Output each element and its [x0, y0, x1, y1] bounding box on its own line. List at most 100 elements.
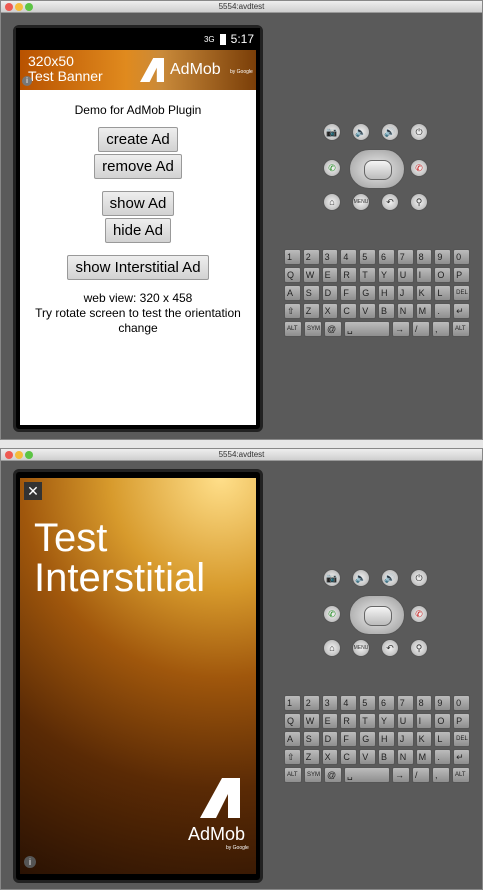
key[interactable]: A	[284, 731, 301, 747]
camera-icon[interactable]: 📷	[323, 123, 341, 141]
key[interactable]: 9	[434, 695, 452, 711]
show-ad-button[interactable]: show Ad	[101, 191, 175, 216]
key[interactable]: K	[415, 731, 433, 747]
key[interactable]: 2	[302, 695, 320, 711]
close-window-button[interactable]	[5, 3, 13, 11]
key[interactable]: W	[302, 713, 320, 729]
space-key[interactable]: ␣	[344, 767, 390, 783]
key[interactable]: F	[340, 285, 358, 301]
key[interactable]: H	[377, 285, 395, 301]
window-titlebar[interactable]: 5554:avdtest	[1, 449, 482, 461]
key[interactable]: B	[377, 303, 395, 319]
volume-up-icon[interactable]: 🔊	[381, 123, 399, 141]
key[interactable]: C	[340, 303, 358, 319]
key[interactable]: 4	[340, 249, 358, 265]
volume-down-icon[interactable]: 🔈	[352, 123, 370, 141]
delete-key[interactable]: DEL	[453, 285, 470, 301]
key[interactable]: D	[321, 285, 339, 301]
show-interstitial-button[interactable]: show Interstitial Ad	[67, 255, 209, 280]
key[interactable]: X	[321, 303, 339, 319]
create-ad-button[interactable]: create Ad	[98, 127, 178, 152]
back-icon[interactable]: ↶	[381, 639, 399, 657]
dpad[interactable]	[349, 595, 405, 635]
key[interactable]: V	[359, 303, 376, 319]
key[interactable]: J	[396, 285, 414, 301]
key[interactable]: L	[434, 731, 452, 747]
interstitial-ad[interactable]: ✕ Test Interstitial AdMob by Google i	[20, 478, 256, 874]
volume-up-icon[interactable]: 🔊	[381, 569, 399, 587]
key[interactable]: /	[412, 767, 430, 783]
enter-key[interactable]: ↵	[453, 303, 470, 319]
key[interactable]: K	[415, 285, 433, 301]
key[interactable]: W	[302, 267, 320, 283]
key[interactable]: 4	[340, 695, 358, 711]
key[interactable]: 3	[321, 249, 339, 265]
key[interactable]: O	[434, 267, 452, 283]
key[interactable]: 8	[415, 249, 433, 265]
key[interactable]: Y	[377, 267, 395, 283]
menu-button[interactable]: MENU	[352, 639, 370, 657]
camera-icon[interactable]: 📷	[323, 569, 341, 587]
test-banner-ad[interactable]: 320x50 Test Banner AdMob by Google i	[20, 50, 256, 90]
key[interactable]: V	[359, 749, 376, 765]
key[interactable]: .	[434, 303, 452, 319]
power-icon[interactable]: ⏻	[410, 123, 428, 141]
alt-key[interactable]: ALT	[284, 321, 302, 337]
key[interactable]: R	[340, 713, 358, 729]
home-icon[interactable]: ⌂	[323, 639, 341, 657]
close-window-button[interactable]	[5, 451, 13, 459]
shift-key[interactable]: ⇧	[284, 303, 301, 319]
close-icon[interactable]: ✕	[24, 482, 42, 500]
key[interactable]: H	[377, 731, 395, 747]
sym-key[interactable]: SYM	[304, 767, 322, 783]
key[interactable]: /	[412, 321, 430, 337]
key[interactable]: 7	[396, 695, 414, 711]
key[interactable]: C	[340, 749, 358, 765]
key[interactable]: 1	[284, 695, 301, 711]
key[interactable]: E	[321, 713, 339, 729]
call-icon[interactable]: ✆	[323, 159, 341, 177]
key[interactable]: J	[396, 731, 414, 747]
end-call-icon[interactable]: ✆	[410, 159, 428, 177]
key[interactable]: 5	[359, 249, 376, 265]
alt-key[interactable]: ALT	[284, 767, 302, 783]
key[interactable]: L	[434, 285, 452, 301]
key[interactable]: 0	[453, 695, 470, 711]
delete-key[interactable]: DEL	[453, 731, 470, 747]
ad-info-icon[interactable]: i	[22, 76, 32, 86]
key[interactable]: Q	[284, 713, 301, 729]
hide-ad-button[interactable]: hide Ad	[104, 218, 172, 243]
key[interactable]: M	[415, 749, 433, 765]
key[interactable]: D	[321, 731, 339, 747]
key[interactable]: R	[340, 267, 358, 283]
key[interactable]: A	[284, 285, 301, 301]
shift-key[interactable]: ⇧	[284, 749, 301, 765]
key[interactable]: Z	[302, 749, 320, 765]
search-icon[interactable]: ⚲	[410, 193, 428, 211]
dpad-center-button[interactable]	[364, 606, 392, 626]
key[interactable]: ,	[432, 767, 450, 783]
key[interactable]: @	[324, 767, 342, 783]
power-icon[interactable]: ⏻	[410, 569, 428, 587]
key[interactable]: .	[434, 749, 452, 765]
key[interactable]: 1	[284, 249, 301, 265]
key[interactable]: N	[396, 749, 414, 765]
key[interactable]: O	[434, 713, 452, 729]
search-icon[interactable]: ⚲	[410, 639, 428, 657]
key[interactable]: 6	[377, 695, 395, 711]
key[interactable]: T	[359, 267, 376, 283]
menu-button[interactable]: MENU	[352, 193, 370, 211]
call-icon[interactable]: ✆	[323, 605, 341, 623]
key[interactable]: E	[321, 267, 339, 283]
key[interactable]: U	[396, 713, 414, 729]
key[interactable]: @	[324, 321, 342, 337]
key[interactable]: Q	[284, 267, 301, 283]
key[interactable]: M	[415, 303, 433, 319]
home-icon[interactable]: ⌂	[323, 193, 341, 211]
key[interactable]: 8	[415, 695, 433, 711]
key[interactable]: G	[359, 285, 376, 301]
remove-ad-button[interactable]: remove Ad	[94, 154, 182, 179]
enter-key[interactable]: ↵	[453, 749, 470, 765]
key[interactable]: 7	[396, 249, 414, 265]
alt-key[interactable]: ALT	[452, 321, 470, 337]
